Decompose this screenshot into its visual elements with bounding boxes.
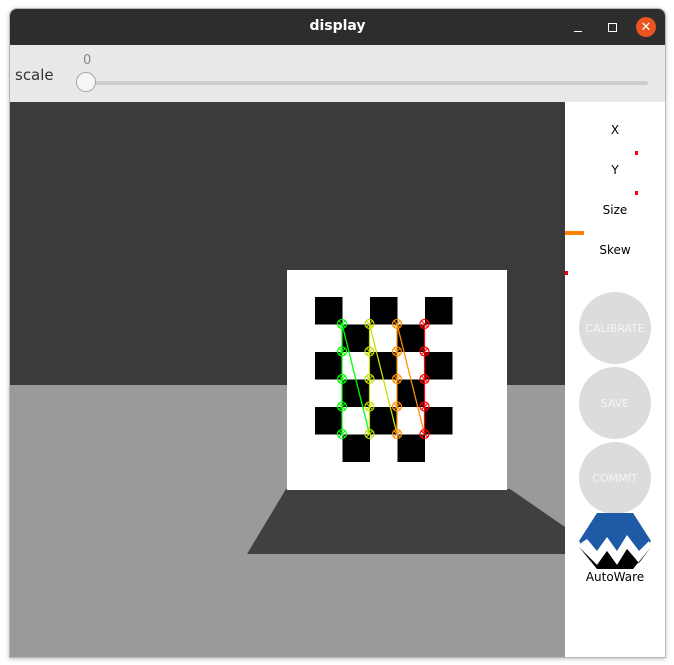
metric-y-bar [635, 191, 638, 195]
scale-label: scale [15, 66, 54, 84]
logo-text: AutoWare [585, 570, 645, 584]
minimize-icon[interactable] [568, 17, 588, 37]
scale-value: 0 [83, 53, 92, 68]
checker-square [315, 352, 343, 380]
board-shadow [247, 489, 565, 554]
checker-square [397, 434, 425, 462]
metric-size-bar [565, 231, 584, 235]
metric-y-label: Y [611, 163, 619, 177]
maximize-icon[interactable] [602, 17, 622, 37]
close-icon[interactable]: ✕ [636, 17, 656, 37]
metric-skew-bar [565, 271, 568, 275]
save-button[interactable]: SAVE [579, 367, 651, 439]
checker-square [425, 352, 453, 380]
scale-slider-track[interactable] [83, 81, 648, 85]
commit-button[interactable]: COMMIT [579, 442, 651, 514]
checker-square [315, 407, 343, 435]
calibrate-button[interactable]: CALIBRATE [579, 292, 651, 364]
metric-x-label: X [610, 123, 620, 137]
camera-image [10, 102, 565, 657]
title-bar[interactable]: display ✕ [10, 9, 665, 45]
checker-square [370, 297, 398, 325]
display-window: display ✕ scale 0 X Y Size Skew CALIBRAT… [9, 8, 666, 658]
window-title: display [309, 18, 366, 34]
calibration-sidebar: X Y Size Skew CALIBRATE SAVE COMMIT Auto… [565, 102, 665, 657]
metric-x-bar [635, 151, 638, 155]
checker-square [342, 324, 370, 352]
metric-skew-label: Skew [599, 243, 631, 257]
checker-square [342, 434, 370, 462]
checker-square [397, 324, 425, 352]
checker-square [315, 297, 343, 325]
checker-square [425, 297, 453, 325]
scale-slider-handle[interactable] [76, 72, 96, 92]
camera-view [10, 102, 565, 657]
metric-size-label: Size [602, 203, 628, 217]
scale-toolbar: scale 0 [10, 45, 665, 103]
checker-square [370, 352, 398, 380]
checker-square [425, 407, 453, 435]
